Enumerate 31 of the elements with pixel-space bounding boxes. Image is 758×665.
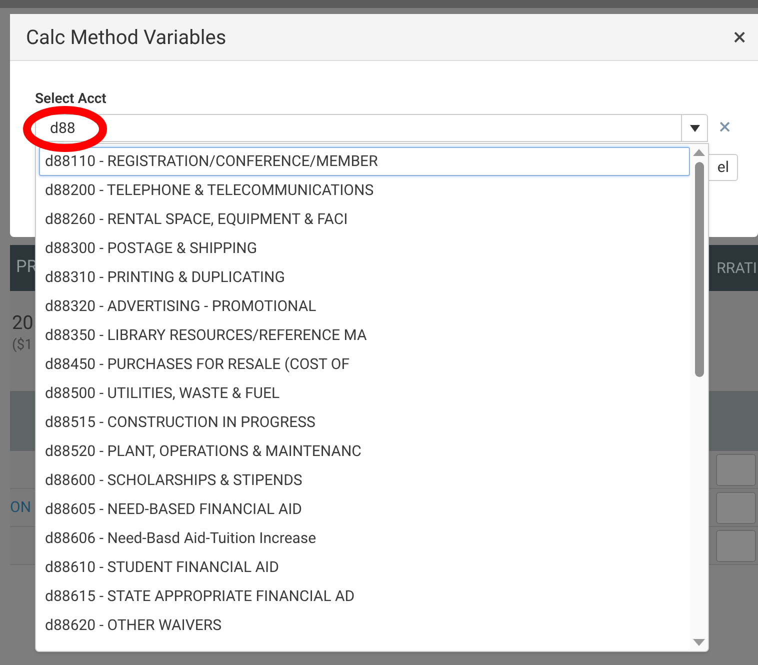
dropdown-option[interactable]: d88260 - RENTAL SPACE, EQUIPMENT & FACI [39,205,690,234]
scrollbar-thumb[interactable] [694,162,704,377]
dropdown-option[interactable]: d88350 - LIBRARY RESOURCES/REFERENCE MA [39,321,690,350]
nav-tab[interactable]: RRATI [716,256,758,280]
dropdown-option[interactable]: d88515 - CONSTRUCTION IN PROGRESS [39,408,690,437]
dropdown-option[interactable]: d88520 - PLANT, OPERATIONS & MAINTENANC [39,437,690,466]
dropdown-option[interactable]: d88620 - OTHER WAIVERS [39,611,690,640]
row-button[interactable] [716,530,756,562]
dropdown-option[interactable]: d88615 - STATE APPROPRIATE FINANCIAL AD [39,582,690,611]
dropdown-option[interactable]: d88110 - REGISTRATION/CONFERENCE/MEMBER [39,147,690,176]
dropdown-option[interactable]: d88320 - ADVERTISING - PROMOTIONAL [39,292,690,321]
dropdown-option[interactable]: d88606 - Need-Basd Aid-Tuition Increase [39,524,690,553]
scroll-down-icon[interactable] [693,639,705,646]
close-button[interactable]: × [733,25,746,49]
dropdown-option[interactable]: d88600 - SCHOLARSHIPS & STIPENDS [39,466,690,495]
row-button[interactable] [716,492,756,524]
dropdown-option[interactable]: d88300 - POSTAGE & SHIPPING [39,234,690,263]
dropdown-option[interactable]: d88200 - TELEPHONE & TELECOMMUNICATIONS [39,176,690,205]
scrollbar[interactable] [690,144,708,651]
dropdown-option[interactable]: d88605 - NEED-BASED FINANCIAL AID [39,495,690,524]
dropdown-option[interactable]: d88500 - UTILITIES, WASTE & FUEL [39,379,690,408]
dialog-title: Calc Method Variables [26,24,226,51]
dropdown-option[interactable]: d88310 - PRINTING & DUPLICATING [39,263,690,292]
caret-icon [690,124,700,132]
dropdown-option[interactable]: d88610 - STUDENT FINANCIAL AID [39,553,690,582]
dropdown-option[interactable]: d88450 - PURCHASES FOR RESALE (COST OF [39,350,690,379]
page-heading: 20 [12,311,34,335]
select-field[interactable]: d88 [35,114,708,142]
scroll-up-icon[interactable] [693,149,705,156]
row-button[interactable] [716,454,756,486]
field-label: Select Acct [35,90,108,109]
